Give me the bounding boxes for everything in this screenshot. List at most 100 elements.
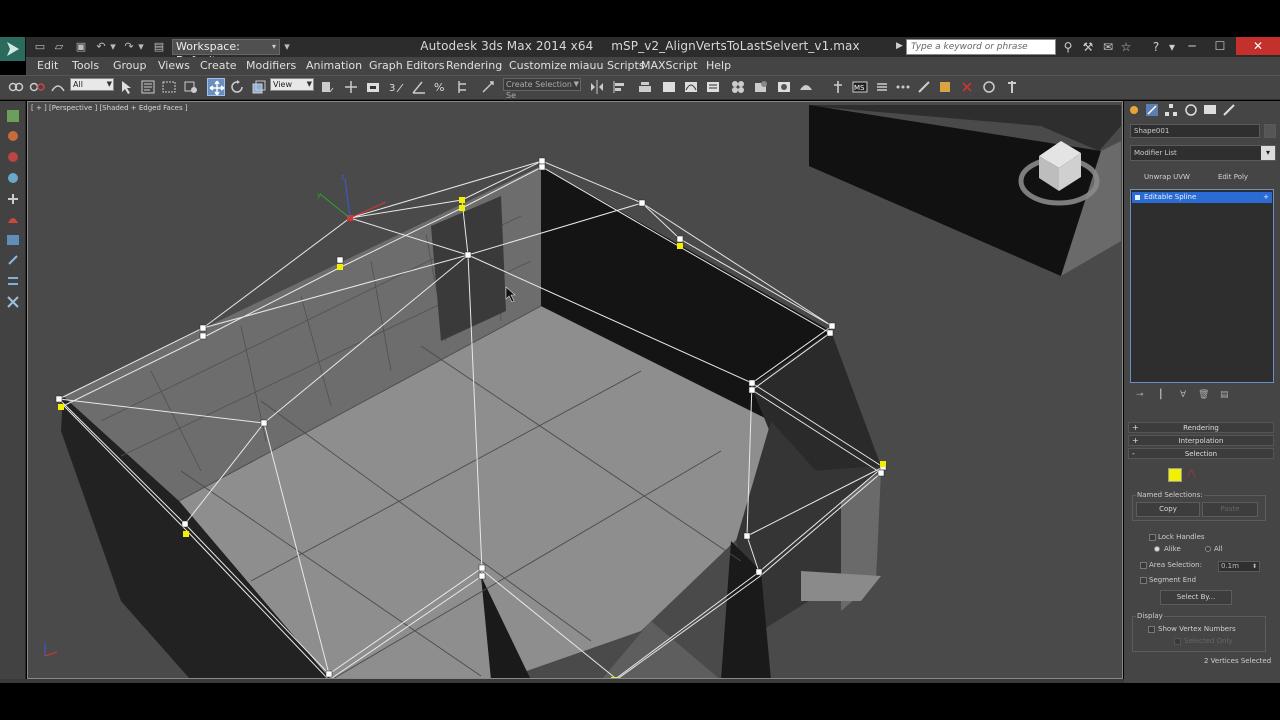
bind-to-space-warp-icon[interactable] — [49, 78, 67, 96]
stack-item-expand-icon[interactable]: + — [1263, 192, 1269, 203]
render-production-icon[interactable] — [797, 78, 815, 96]
script-tool-3-icon[interactable] — [873, 78, 891, 96]
quick-access-dropdown-icon[interactable]: ▾ — [280, 40, 294, 53]
left-tool-7-icon[interactable] — [5, 232, 21, 248]
left-tool-5-icon[interactable] — [5, 191, 21, 207]
script-tool-7-icon[interactable] — [958, 78, 976, 96]
hierarchy-tab-icon[interactable] — [1164, 103, 1178, 117]
menu-miauu-scripts[interactable]: miauu Scripts — [569, 59, 645, 72]
snaps-toggle-icon[interactable]: 3 — [388, 78, 406, 96]
select-object-icon[interactable] — [118, 78, 136, 96]
select-and-link-icon[interactable] — [7, 78, 25, 96]
rectangular-selection-icon[interactable] — [160, 78, 178, 96]
show-end-result-icon[interactable]: ┃ — [1158, 390, 1163, 400]
pivot-point-center-icon[interactable] — [318, 78, 336, 96]
modifier-list-dropdown[interactable]: Modifier List ▾ — [1130, 145, 1276, 161]
left-tool-2-icon[interactable] — [5, 128, 21, 144]
modifier-stack[interactable] — [1130, 189, 1274, 383]
spinner-snap-icon[interactable] — [454, 78, 472, 96]
object-color-swatch[interactable] — [1264, 124, 1276, 138]
alike-radio[interactable] — [1154, 546, 1160, 552]
area-selection-spinner[interactable]: 0.1m ⬍ — [1218, 561, 1260, 572]
utilities-tab-icon[interactable] — [1222, 103, 1236, 117]
reference-coordinate-dropdown[interactable]: View ▼ — [270, 78, 314, 91]
project-folder-icon[interactable]: ▤ — [152, 40, 166, 53]
search-input[interactable]: Type a keyword or phrase — [906, 39, 1056, 55]
left-tool-3-icon[interactable] — [5, 149, 21, 165]
pin-stack-icon[interactable]: ⊸ — [1136, 390, 1144, 400]
select-and-rotate-icon[interactable] — [228, 78, 246, 96]
vertex-subobject-icon[interactable] — [1168, 468, 1182, 482]
viewport-label[interactable]: [ + ] [Perspective ] [Shaded + Edged Fac… — [31, 104, 188, 112]
percent-snap-icon[interactable]: % — [432, 78, 450, 96]
redo-dropdown-icon[interactable]: ▾ — [134, 40, 148, 53]
motion-tab-icon[interactable] — [1184, 103, 1198, 117]
select-by-name-icon[interactable] — [139, 78, 157, 96]
menu-animation[interactable]: Animation — [306, 59, 362, 72]
all-radio[interactable] — [1205, 546, 1211, 552]
communication-icon[interactable]: ✉ — [1100, 39, 1116, 55]
script-tool-6-icon[interactable] — [936, 78, 954, 96]
edit-poly-button[interactable]: Edit Poly — [1204, 170, 1262, 184]
schematic-view-icon[interactable] — [704, 78, 722, 96]
left-tool-9-icon[interactable] — [5, 273, 21, 289]
left-tool-6-icon[interactable] — [5, 211, 21, 227]
configure-modifier-sets-icon[interactable]: ▤ — [1220, 390, 1229, 400]
modify-tab-icon[interactable] — [1145, 103, 1159, 117]
menu-rendering[interactable]: Rendering — [446, 59, 502, 72]
viewport-scene[interactable]: y z — [28, 102, 1123, 679]
script-tool-9-icon[interactable] — [1003, 78, 1021, 96]
subscription-icon[interactable]: ⚒ — [1080, 39, 1096, 55]
rendered-frame-window-icon[interactable] — [775, 78, 793, 96]
save-file-icon[interactable]: ▣ — [74, 40, 88, 53]
app-menu-button[interactable] — [0, 37, 26, 61]
minimize-button[interactable]: ─ — [1178, 37, 1206, 55]
rollout-interpolation[interactable]: + Interpolation — [1128, 435, 1274, 446]
remove-modifier-icon[interactable]: 🗑 — [1198, 390, 1209, 400]
stack-item-editable-spline[interactable]: Editable Spline + — [1132, 192, 1272, 203]
material-editor-icon[interactable] — [729, 78, 747, 96]
menu-maxscript[interactable]: MAXScript — [641, 59, 697, 72]
left-tool-10-icon[interactable] — [5, 294, 21, 310]
menu-create[interactable]: Create — [200, 59, 237, 72]
menu-views[interactable]: Views — [158, 59, 190, 72]
copy-button[interactable]: Copy — [1136, 502, 1200, 517]
new-file-icon[interactable]: ▭ — [33, 40, 47, 53]
search-expand-icon[interactable]: ▶ — [896, 41, 903, 51]
mirror-icon[interactable] — [588, 78, 606, 96]
unlink-selection-icon[interactable] — [28, 78, 46, 96]
close-button[interactable]: ✕ — [1236, 37, 1280, 55]
script-tool-8-icon[interactable] — [980, 78, 998, 96]
workspace-dropdown[interactable]: Workspace: Default ▾ — [172, 39, 280, 67]
lock-handles-checkbox[interactable] — [1149, 534, 1156, 541]
maxscript-ms-icon[interactable]: MS — [851, 78, 869, 96]
perspective-viewport[interactable]: y z — [27, 101, 1123, 679]
binoculars-icon[interactable]: ⚲ — [1060, 39, 1076, 55]
script-tool-1-icon[interactable] — [829, 78, 847, 96]
create-tab-icon[interactable] — [1127, 103, 1141, 117]
left-tool-4-icon[interactable] — [5, 170, 21, 186]
select-and-scale-icon[interactable] — [250, 78, 268, 96]
menu-customize[interactable]: Customize — [509, 59, 567, 72]
favorites-star-icon[interactable]: ☆ — [1118, 39, 1134, 55]
manage-layers-icon[interactable] — [636, 78, 654, 96]
menu-graph-editors[interactable]: Graph Editors — [369, 59, 445, 72]
maximize-button[interactable]: ☐ — [1206, 37, 1234, 55]
selection-filter-dropdown[interactable]: All ▼ — [70, 78, 114, 91]
make-unique-icon[interactable]: ∀ — [1180, 390, 1186, 400]
menu-tools[interactable]: Tools — [72, 59, 99, 72]
keyboard-shortcut-override-icon[interactable] — [364, 78, 382, 96]
graphite-ribbon-icon[interactable] — [660, 78, 678, 96]
undo-dropdown-icon[interactable]: ▾ — [106, 40, 120, 53]
segment-subobject-icon[interactable]: ╱╲ — [1187, 470, 1207, 479]
window-crossing-icon[interactable] — [182, 78, 200, 96]
help-icon[interactable]: ? — [1148, 39, 1164, 55]
object-name-field[interactable]: Shape001 — [1130, 124, 1260, 138]
menu-help[interactable]: Help — [706, 59, 731, 72]
open-file-icon[interactable]: ▱ — [52, 40, 66, 53]
paste-button[interactable]: Paste — [1202, 502, 1258, 517]
align-icon[interactable] — [610, 78, 628, 96]
spinner-arrows-icon[interactable]: ⬍ — [1252, 562, 1257, 571]
script-tool-5-icon[interactable] — [915, 78, 933, 96]
selected-only-checkbox[interactable] — [1174, 638, 1181, 645]
